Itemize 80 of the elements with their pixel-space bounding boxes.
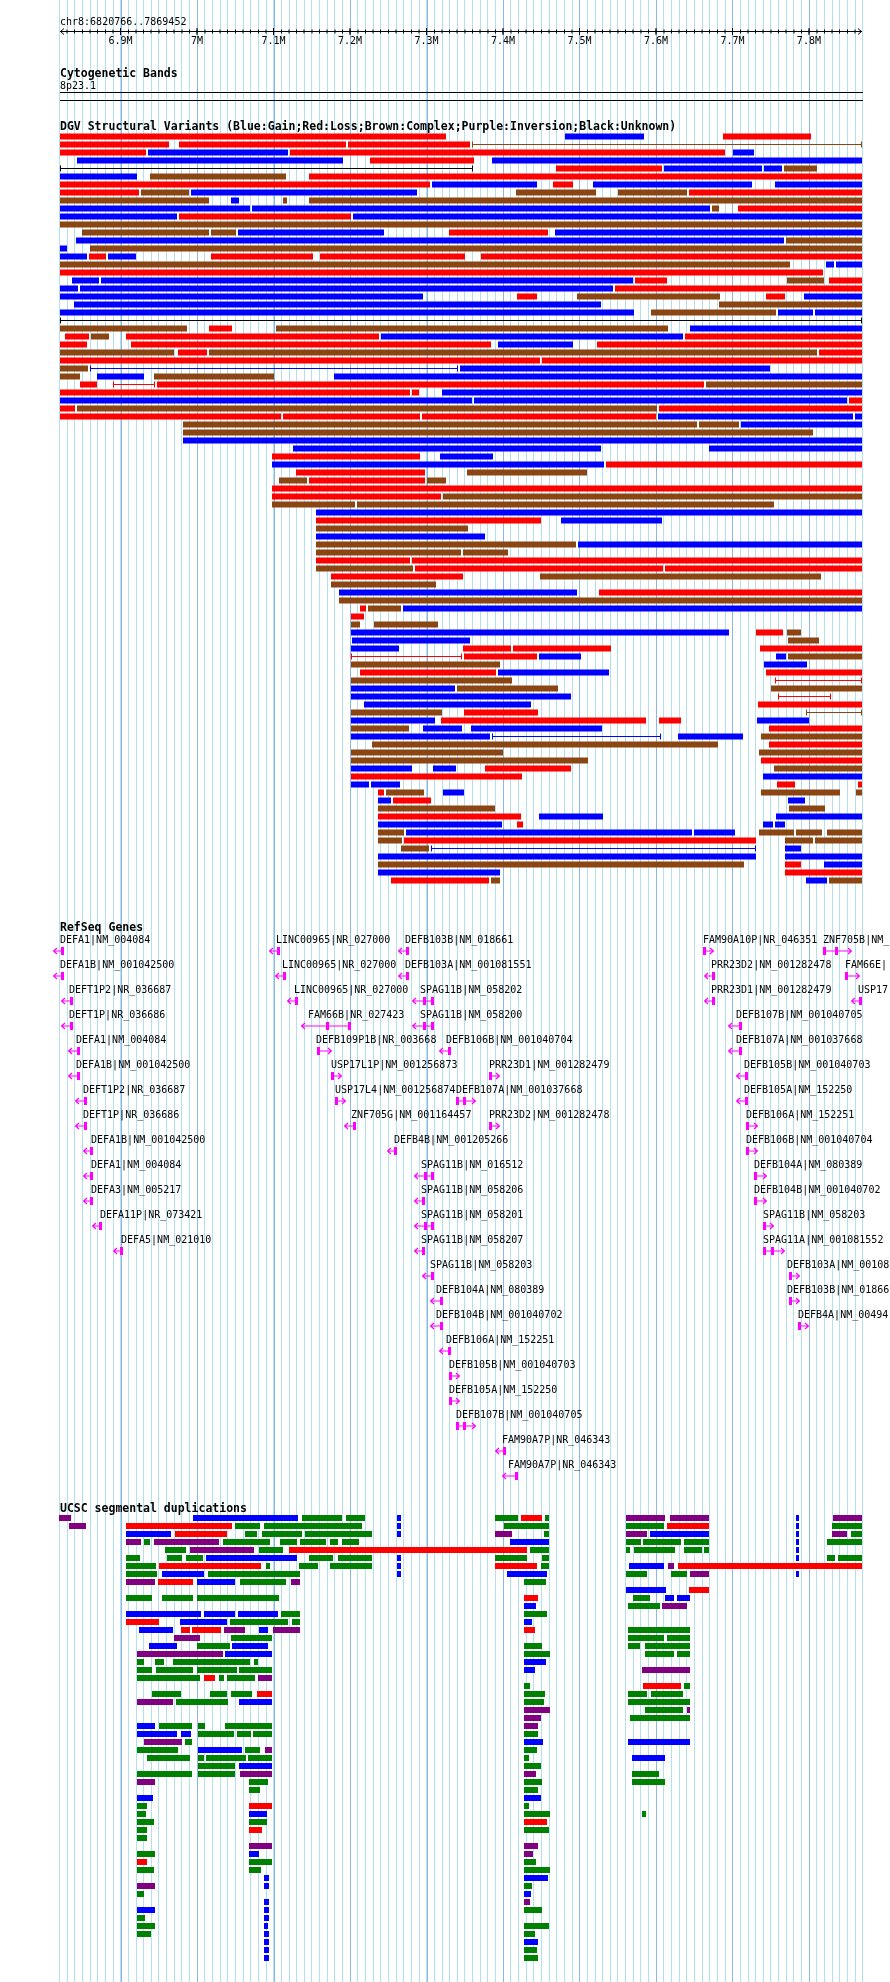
gene-name-label[interactable]: USP17L1P|NM_001256873	[331, 1059, 458, 1071]
gene-name-label[interactable]: DEFB103A|NM_00108	[787, 1259, 890, 1271]
band-label: 8p23.1	[60, 80, 97, 93]
gene-name-label[interactable]: LINC00965|NR_027000	[276, 934, 391, 946]
gene-name-label[interactable]: PRR23D2|NM_001282478	[489, 1109, 610, 1121]
gene-name-label[interactable]: DEFT1P|NR_036686	[83, 1109, 180, 1121]
gene-name-label[interactable]: USP17L4|NM_001256874	[335, 1084, 456, 1096]
gene-name-label[interactable]: ZNF705B|NM_	[823, 934, 890, 946]
gene-name-label[interactable]: DEFA1|NM_004084	[60, 934, 151, 946]
gene-name-label[interactable]: DEFB105B|NM_001040703	[744, 1059, 871, 1071]
position-label: chr8:6820766..7869452	[60, 15, 187, 28]
gene-name-label[interactable]: DEFB105A|NM_152250	[744, 1084, 853, 1096]
gene-name-label[interactable]: DEFB103B|NM_018661	[405, 934, 514, 946]
gene-name-label[interactable]: SPAG11B|NM_058203	[430, 1259, 533, 1271]
tick-label: 7.7M	[720, 34, 745, 46]
gene-name-label[interactable]: SPAG11B|NM_058203	[763, 1209, 866, 1221]
gene-name-label[interactable]: DEFB107A|NM_001037668	[736, 1034, 863, 1046]
gene-name-label[interactable]: DEFB109P1B|NR_003668	[316, 1034, 437, 1046]
gene-name-label[interactable]: DEFA1B|NM_001042500	[91, 1134, 206, 1146]
gene-name-label[interactable]: DEFT1P2|NR_036687	[69, 984, 172, 996]
gene-name-label[interactable]: DEFA1B|NM_001042500	[76, 1059, 191, 1071]
gene-name-label[interactable]: DEFB104B|NM_001040702	[754, 1184, 881, 1196]
gene-name-label[interactable]: DEFA1B|NM_001042500	[60, 959, 175, 971]
gene-name-label[interactable]: SPAG11B|NM_058206	[421, 1184, 524, 1196]
gene-name-label[interactable]: DEFB103B|NM_01866	[787, 1284, 890, 1296]
gene-name-label[interactable]: SPAG11B|NM_016512	[421, 1159, 524, 1171]
gene-name-label[interactable]: DEFB107B|NM_001040705	[456, 1409, 583, 1421]
gene-name-label[interactable]: DEFB104A|NM_080389	[754, 1159, 863, 1171]
tick-label: 7M	[191, 34, 204, 46]
gene-name-label[interactable]: DEFB107A|NM_001037668	[456, 1084, 583, 1096]
gene-name-label[interactable]: USP17	[858, 984, 889, 996]
gene-name-label[interactable]: DEFB104B|NM_001040702	[436, 1309, 563, 1321]
gene-name-label[interactable]: DEFB107B|NM_001040705	[736, 1009, 863, 1021]
track-title: UCSC segmental duplications	[60, 1502, 247, 1516]
tick-label: 7.1M	[261, 34, 286, 46]
tick-label: 7.3M	[414, 34, 439, 46]
tick-label: 7.6M	[643, 34, 668, 46]
gene-name-label[interactable]: FAM90A10P|NR_046351	[703, 934, 818, 946]
gene-name-label[interactable]: FAM90A7P|NR_046343	[502, 1434, 611, 1446]
gene-name-label[interactable]: SPAG11B|NM_058201	[421, 1209, 524, 1221]
gene-name-label[interactable]: DEFT1P|NR_036686	[69, 1009, 166, 1021]
track-title: RefSeq Genes	[60, 921, 144, 935]
gene-name-label[interactable]: SPAG11B|NM_058202	[420, 984, 523, 996]
gene-name-label[interactable]: DEFT1P2|NR_036687	[83, 1084, 186, 1096]
gene-name-label[interactable]: DEFA11P|NR_073421	[100, 1209, 203, 1221]
gene-name-label[interactable]: DEFB106B|NM_001040704	[746, 1134, 873, 1146]
gene-name-label[interactable]: DEFB106A|NM_152251	[746, 1109, 855, 1121]
gene-name-label[interactable]: ZNF705G|NM_001164457	[351, 1109, 472, 1121]
track-title: Cytogenetic Bands	[60, 67, 178, 81]
tick-label: 7.2M	[338, 34, 363, 46]
gene-name-label[interactable]: DEFB106A|NM_152251	[446, 1334, 555, 1346]
gene-name-label[interactable]: LINC00965|NR_027000	[282, 959, 397, 971]
gene-name-label[interactable]: PRR23D2|NM_001282478	[711, 959, 832, 971]
gene-name-label[interactable]: SPAG11B|NM_058200	[420, 1009, 523, 1021]
gene-name-label[interactable]: SPAG11B|NM_058207	[421, 1234, 524, 1246]
far-right-duplication-cluster	[796, 1515, 862, 1578]
gene-name-label[interactable]: FAM90A7P|NR_046343	[508, 1459, 617, 1471]
gene-name-label[interactable]: DEFB106B|NM_001040704	[446, 1034, 573, 1046]
track-title: DGV Structural Variants (Blue:Gain;Red:Loss;Brown:Complex;Purple:Inversion;Black:Unknown)	[60, 120, 677, 134]
gene-name-label[interactable]: LINC00965|NR_027000	[294, 984, 409, 996]
gene-name-label[interactable]: DEFA5|NM_021010	[121, 1234, 212, 1246]
gene-name-label[interactable]: SPAG11A|NM_001081552	[763, 1234, 884, 1246]
gene-name-label[interactable]: DEFB4B|NM_001205266	[394, 1134, 509, 1146]
gene-name-label[interactable]: DEFB4A|NM_00494	[798, 1309, 889, 1321]
gene-name-label[interactable]: PRR23D1|NM_001282479	[489, 1059, 610, 1071]
gene-name-label[interactable]: FAM66E|	[845, 959, 888, 971]
gene-name-label[interactable]: DEFA1|NM_004084	[91, 1159, 182, 1171]
variant-row	[351, 614, 364, 620]
gene-name-label[interactable]: DEFB105B|NM_001040703	[449, 1359, 576, 1371]
gene-name-label[interactable]: DEFA1|NM_004084	[76, 1034, 167, 1046]
tick-label: 6.9M	[108, 34, 133, 46]
gene-name-label[interactable]: DEFA3|NM_005217	[91, 1184, 182, 1196]
gene-name-label[interactable]: DEFB104A|NM_080389	[436, 1284, 545, 1296]
gene-name-label[interactable]: DEFB105A|NM_152250	[449, 1384, 558, 1396]
tick-label: 7.4M	[490, 34, 516, 46]
tick-label: 7.8M	[796, 34, 821, 46]
gene-name-label[interactable]: FAM66B|NR_027423	[308, 1009, 405, 1021]
gene-name-label[interactable]: DEFB103A|NM_001081551	[405, 959, 532, 971]
tick-label: 7.5M	[567, 34, 592, 46]
gene-name-label[interactable]: PRR23D1|NM_001282479	[711, 984, 832, 996]
